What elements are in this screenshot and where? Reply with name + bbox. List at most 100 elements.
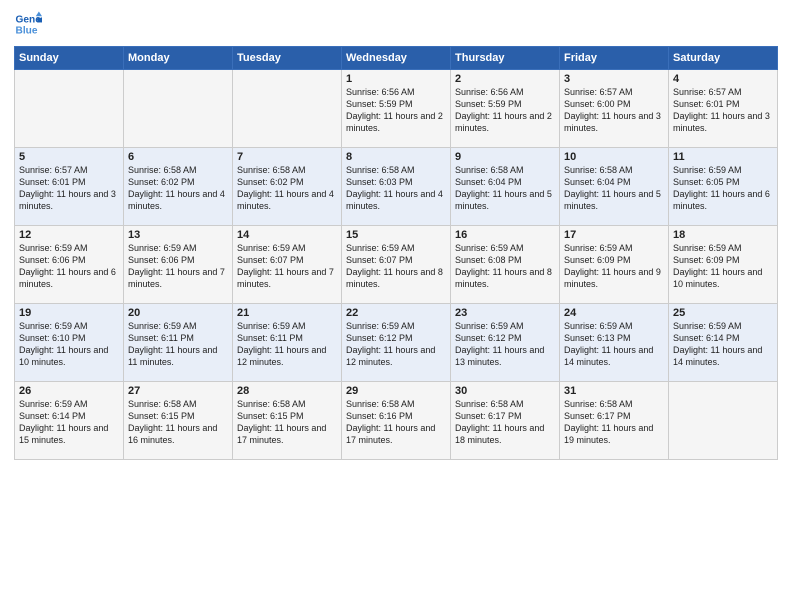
calendar-cell: 31Sunrise: 6:58 AMSunset: 6:17 PMDayligh… [560, 382, 669, 460]
day-number: 23 [455, 307, 555, 319]
header-row: SundayMondayTuesdayWednesdayThursdayFrid… [15, 47, 778, 70]
day-info: Sunrise: 6:59 AMSunset: 6:08 PMDaylight:… [455, 242, 555, 291]
day-info: Sunrise: 6:59 AMSunset: 6:10 PMDaylight:… [19, 320, 119, 369]
calendar-cell: 23Sunrise: 6:59 AMSunset: 6:12 PMDayligh… [451, 304, 560, 382]
day-number: 1 [346, 73, 446, 85]
day-number: 2 [455, 73, 555, 85]
day-number: 22 [346, 307, 446, 319]
calendar-cell: 25Sunrise: 6:59 AMSunset: 6:14 PMDayligh… [669, 304, 778, 382]
day-number: 12 [19, 229, 119, 241]
day-info: Sunrise: 6:59 AMSunset: 6:11 PMDaylight:… [237, 320, 337, 369]
day-info: Sunrise: 6:58 AMSunset: 6:02 PMDaylight:… [128, 164, 228, 213]
calendar-cell: 19Sunrise: 6:59 AMSunset: 6:10 PMDayligh… [15, 304, 124, 382]
day-info: Sunrise: 6:59 AMSunset: 6:13 PMDaylight:… [564, 320, 664, 369]
calendar-cell: 12Sunrise: 6:59 AMSunset: 6:06 PMDayligh… [15, 226, 124, 304]
day-number: 3 [564, 73, 664, 85]
day-number: 8 [346, 151, 446, 163]
day-info: Sunrise: 6:58 AMSunset: 6:02 PMDaylight:… [237, 164, 337, 213]
day-number: 19 [19, 307, 119, 319]
day-info: Sunrise: 6:57 AMSunset: 6:01 PMDaylight:… [19, 164, 119, 213]
day-info: Sunrise: 6:59 AMSunset: 6:12 PMDaylight:… [455, 320, 555, 369]
calendar-table: SundayMondayTuesdayWednesdayThursdayFrid… [14, 46, 778, 460]
day-info: Sunrise: 6:58 AMSunset: 6:17 PMDaylight:… [564, 398, 664, 447]
day-info: Sunrise: 6:58 AMSunset: 6:17 PMDaylight:… [455, 398, 555, 447]
week-row-2: 12Sunrise: 6:59 AMSunset: 6:06 PMDayligh… [15, 226, 778, 304]
calendar-cell: 26Sunrise: 6:59 AMSunset: 6:14 PMDayligh… [15, 382, 124, 460]
day-number: 17 [564, 229, 664, 241]
calendar-cell: 22Sunrise: 6:59 AMSunset: 6:12 PMDayligh… [342, 304, 451, 382]
weekday-header-saturday: Saturday [669, 47, 778, 70]
day-number: 11 [673, 151, 773, 163]
calendar-cell: 30Sunrise: 6:58 AMSunset: 6:17 PMDayligh… [451, 382, 560, 460]
day-number: 26 [19, 385, 119, 397]
calendar-cell: 6Sunrise: 6:58 AMSunset: 6:02 PMDaylight… [124, 148, 233, 226]
day-info: Sunrise: 6:57 AMSunset: 6:00 PMDaylight:… [564, 86, 664, 135]
day-number: 4 [673, 73, 773, 85]
day-info: Sunrise: 6:57 AMSunset: 6:01 PMDaylight:… [673, 86, 773, 135]
weekday-header-thursday: Thursday [451, 47, 560, 70]
day-number: 30 [455, 385, 555, 397]
day-info: Sunrise: 6:56 AMSunset: 5:59 PMDaylight:… [455, 86, 555, 135]
logo-icon: General Blue [14, 10, 42, 38]
calendar-cell: 11Sunrise: 6:59 AMSunset: 6:05 PMDayligh… [669, 148, 778, 226]
day-number: 16 [455, 229, 555, 241]
calendar-cell: 7Sunrise: 6:58 AMSunset: 6:02 PMDaylight… [233, 148, 342, 226]
day-info: Sunrise: 6:59 AMSunset: 6:14 PMDaylight:… [673, 320, 773, 369]
weekday-header-tuesday: Tuesday [233, 47, 342, 70]
day-info: Sunrise: 6:58 AMSunset: 6:04 PMDaylight:… [455, 164, 555, 213]
calendar-cell: 5Sunrise: 6:57 AMSunset: 6:01 PMDaylight… [15, 148, 124, 226]
calendar-cell: 13Sunrise: 6:59 AMSunset: 6:06 PMDayligh… [124, 226, 233, 304]
calendar-cell: 4Sunrise: 6:57 AMSunset: 6:01 PMDaylight… [669, 70, 778, 148]
page: General Blue SundayMondayTuesdayWednesda… [0, 0, 792, 612]
calendar-cell [669, 382, 778, 460]
calendar-cell: 27Sunrise: 6:58 AMSunset: 6:15 PMDayligh… [124, 382, 233, 460]
calendar-cell: 20Sunrise: 6:59 AMSunset: 6:11 PMDayligh… [124, 304, 233, 382]
weekday-header-sunday: Sunday [15, 47, 124, 70]
day-info: Sunrise: 6:59 AMSunset: 6:12 PMDaylight:… [346, 320, 446, 369]
day-number: 13 [128, 229, 228, 241]
calendar-cell: 8Sunrise: 6:58 AMSunset: 6:03 PMDaylight… [342, 148, 451, 226]
calendar-cell [124, 70, 233, 148]
calendar-cell: 29Sunrise: 6:58 AMSunset: 6:16 PMDayligh… [342, 382, 451, 460]
calendar-cell: 16Sunrise: 6:59 AMSunset: 6:08 PMDayligh… [451, 226, 560, 304]
day-number: 27 [128, 385, 228, 397]
day-number: 24 [564, 307, 664, 319]
calendar-cell: 24Sunrise: 6:59 AMSunset: 6:13 PMDayligh… [560, 304, 669, 382]
calendar-cell: 28Sunrise: 6:58 AMSunset: 6:15 PMDayligh… [233, 382, 342, 460]
weekday-header-monday: Monday [124, 47, 233, 70]
day-info: Sunrise: 6:58 AMSunset: 6:04 PMDaylight:… [564, 164, 664, 213]
calendar-cell: 14Sunrise: 6:59 AMSunset: 6:07 PMDayligh… [233, 226, 342, 304]
day-info: Sunrise: 6:59 AMSunset: 6:07 PMDaylight:… [237, 242, 337, 291]
day-info: Sunrise: 6:58 AMSunset: 6:03 PMDaylight:… [346, 164, 446, 213]
day-number: 21 [237, 307, 337, 319]
day-number: 15 [346, 229, 446, 241]
day-number: 29 [346, 385, 446, 397]
calendar-cell: 1Sunrise: 6:56 AMSunset: 5:59 PMDaylight… [342, 70, 451, 148]
header: General Blue [14, 10, 778, 38]
day-number: 6 [128, 151, 228, 163]
calendar-cell: 18Sunrise: 6:59 AMSunset: 6:09 PMDayligh… [669, 226, 778, 304]
day-number: 18 [673, 229, 773, 241]
day-number: 28 [237, 385, 337, 397]
day-info: Sunrise: 6:59 AMSunset: 6:07 PMDaylight:… [346, 242, 446, 291]
calendar-cell: 9Sunrise: 6:58 AMSunset: 6:04 PMDaylight… [451, 148, 560, 226]
day-number: 25 [673, 307, 773, 319]
week-row-1: 5Sunrise: 6:57 AMSunset: 6:01 PMDaylight… [15, 148, 778, 226]
week-row-4: 26Sunrise: 6:59 AMSunset: 6:14 PMDayligh… [15, 382, 778, 460]
calendar-cell [233, 70, 342, 148]
day-info: Sunrise: 6:59 AMSunset: 6:09 PMDaylight:… [564, 242, 664, 291]
weekday-header-friday: Friday [560, 47, 669, 70]
day-info: Sunrise: 6:58 AMSunset: 6:16 PMDaylight:… [346, 398, 446, 447]
day-info: Sunrise: 6:56 AMSunset: 5:59 PMDaylight:… [346, 86, 446, 135]
calendar-cell: 2Sunrise: 6:56 AMSunset: 5:59 PMDaylight… [451, 70, 560, 148]
logo: General Blue [14, 10, 42, 38]
day-info: Sunrise: 6:59 AMSunset: 6:09 PMDaylight:… [673, 242, 773, 291]
day-number: 5 [19, 151, 119, 163]
day-info: Sunrise: 6:59 AMSunset: 6:06 PMDaylight:… [19, 242, 119, 291]
calendar-cell: 21Sunrise: 6:59 AMSunset: 6:11 PMDayligh… [233, 304, 342, 382]
day-number: 14 [237, 229, 337, 241]
weekday-header-wednesday: Wednesday [342, 47, 451, 70]
day-info: Sunrise: 6:58 AMSunset: 6:15 PMDaylight:… [237, 398, 337, 447]
day-info: Sunrise: 6:58 AMSunset: 6:15 PMDaylight:… [128, 398, 228, 447]
calendar-cell: 10Sunrise: 6:58 AMSunset: 6:04 PMDayligh… [560, 148, 669, 226]
